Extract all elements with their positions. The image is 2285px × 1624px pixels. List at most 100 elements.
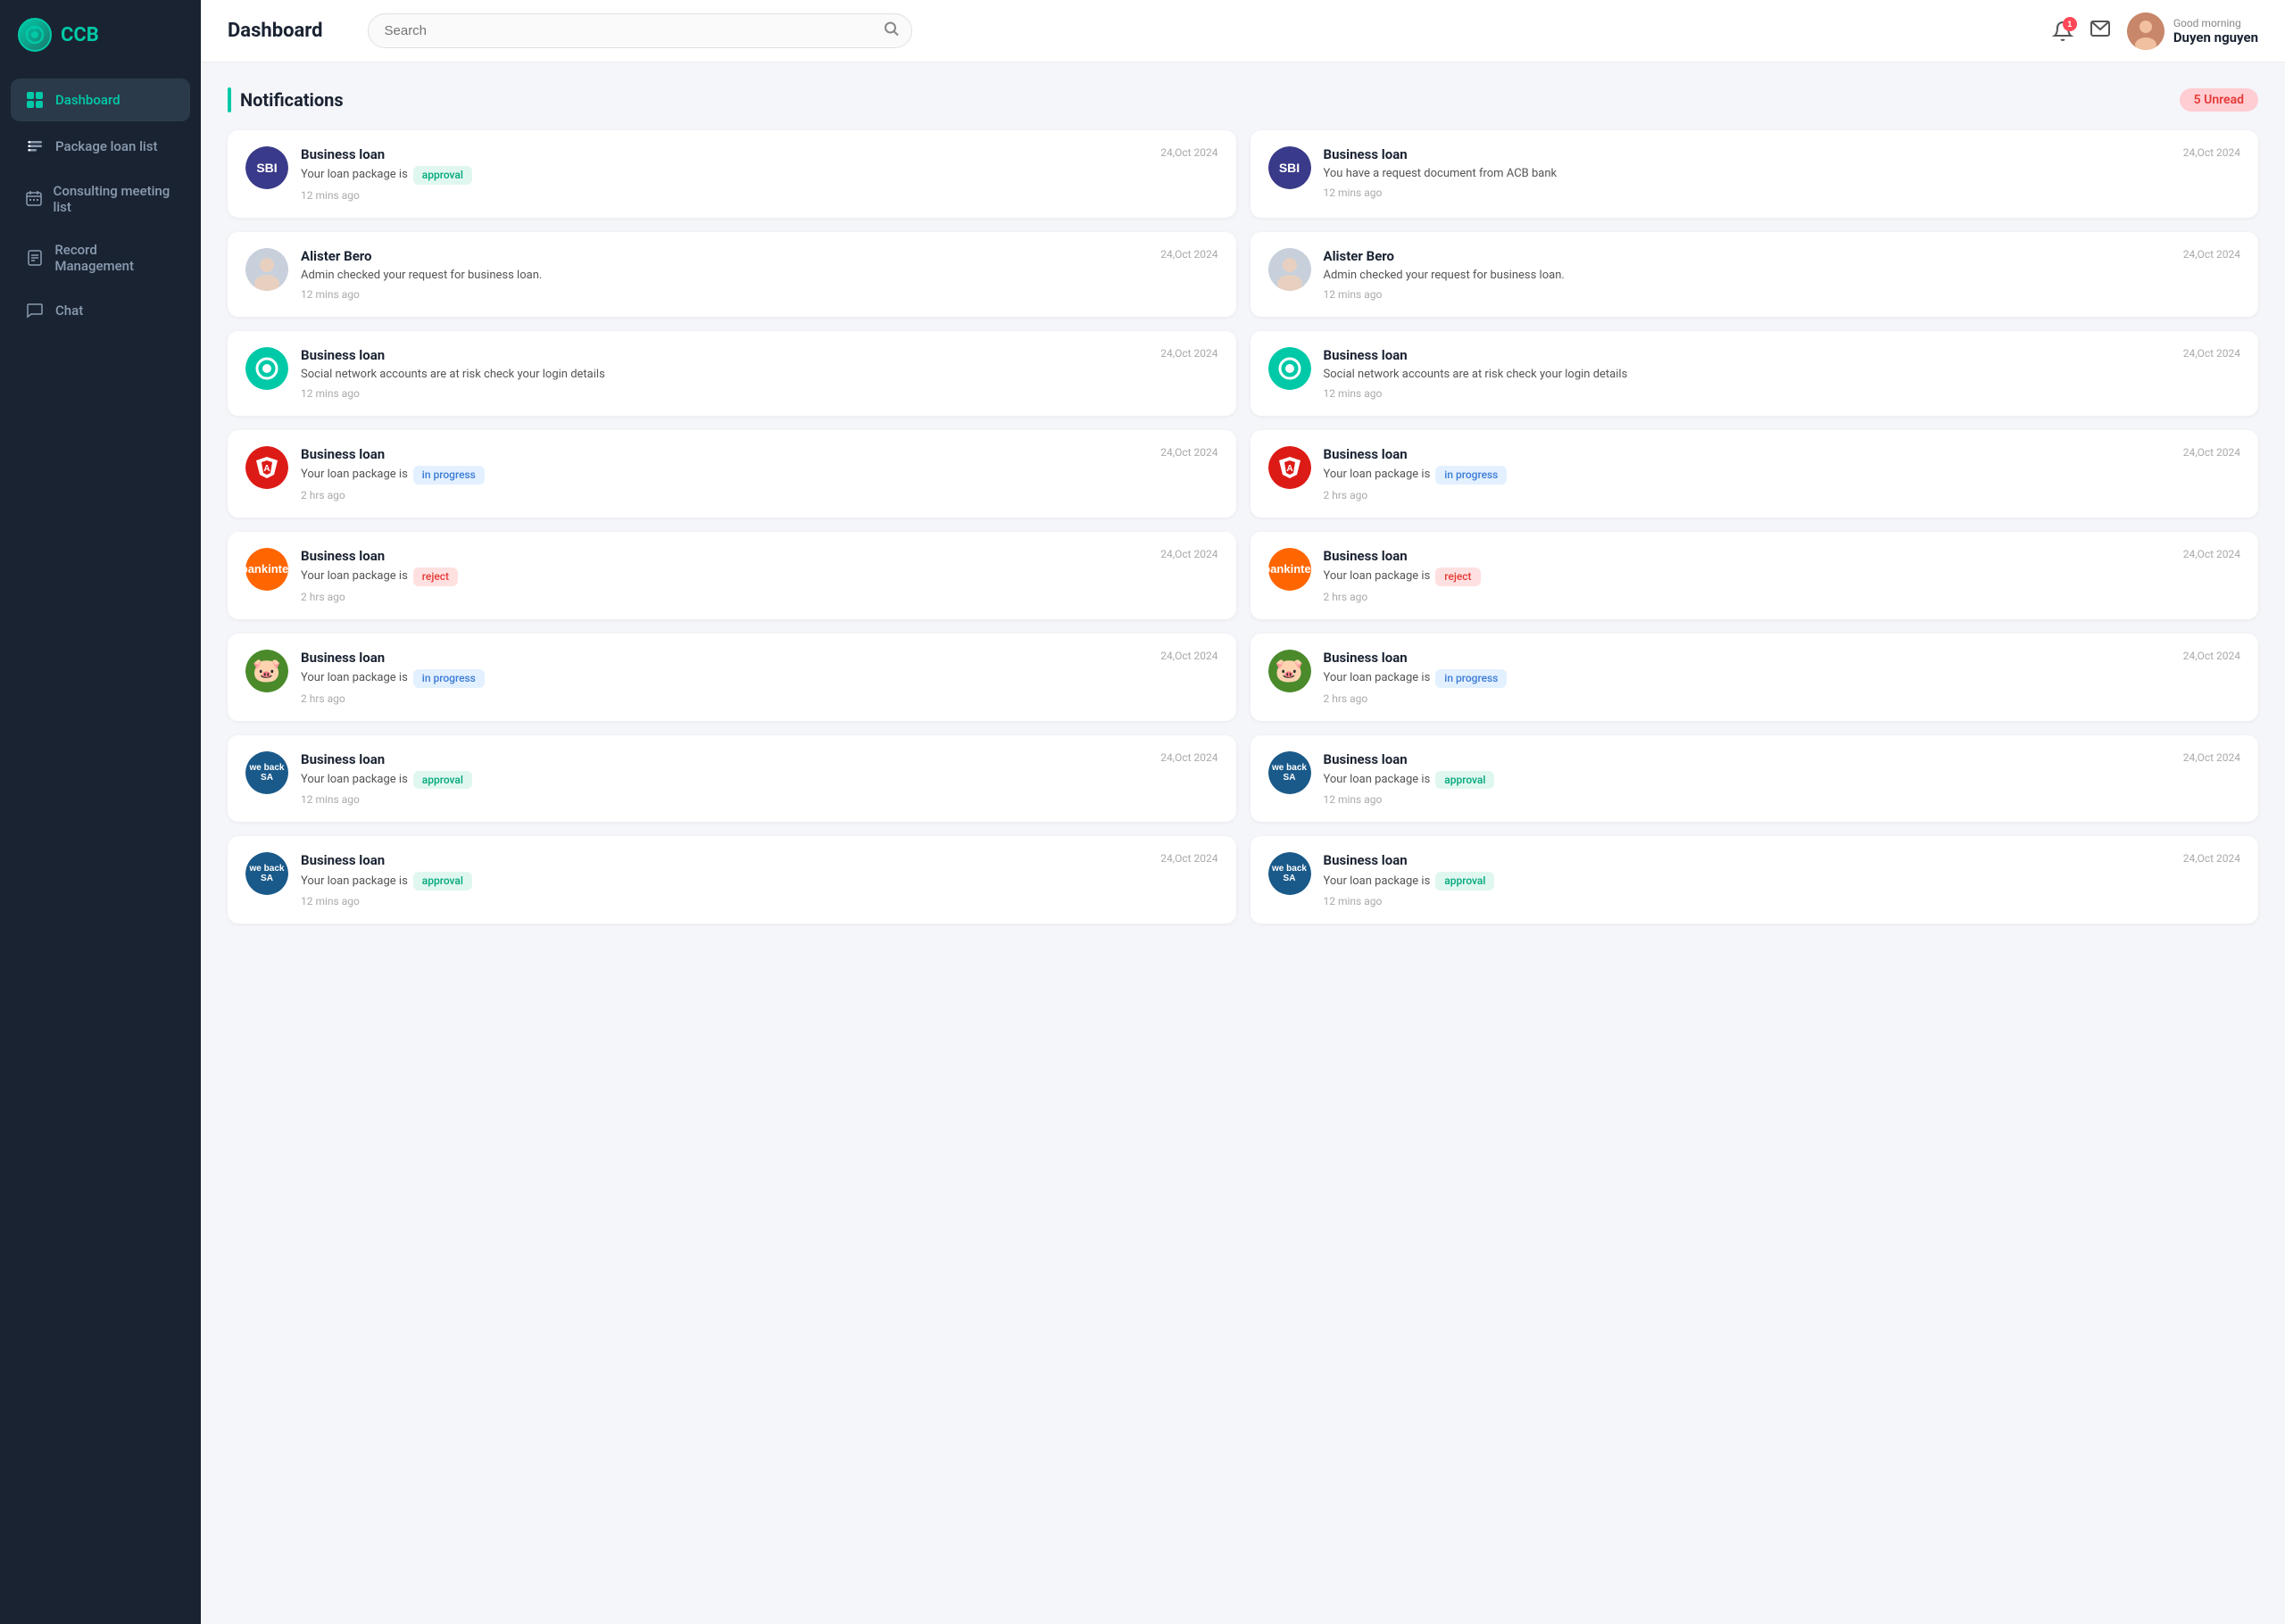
section-title-wrap: Notifications: [228, 87, 344, 112]
notif-desc: Your loan package is approval: [1324, 771, 2171, 790]
notification-card[interactable]: 🐷 Business loan Your loan package is in …: [1251, 634, 2259, 721]
notification-card[interactable]: Alister Bero Admin checked your request …: [228, 232, 1236, 317]
notif-avatar: SBI: [1268, 146, 1311, 189]
status-badge: approval: [413, 771, 472, 790]
notification-card[interactable]: bankinter Business loan Your loan packag…: [1251, 532, 2259, 619]
section-bar: [228, 87, 231, 112]
notif-date: 24,Oct 2024: [1160, 751, 1217, 764]
search-button[interactable]: [884, 21, 900, 41]
notif-avatar: [1268, 347, 1311, 390]
notif-time: 12 mins ago: [1324, 387, 2171, 400]
notif-avatar: we back SA: [1268, 751, 1311, 794]
notif-time: 2 hrs ago: [301, 489, 1148, 501]
status-badge: reject: [1435, 568, 1480, 586]
sidebar-item-chat[interactable]: Chat: [11, 289, 190, 332]
notification-card[interactable]: bankinter Business loan Your loan packag…: [228, 532, 1236, 619]
notif-body: Business loan Social network accounts ar…: [301, 347, 1148, 400]
notif-date: 24,Oct 2024: [2183, 751, 2240, 764]
logo[interactable]: CCB: [0, 0, 201, 70]
sidebar-item-label: Dashboard: [55, 92, 120, 108]
user-info[interactable]: Good morning Duyen nguyen: [2127, 12, 2258, 50]
notif-time: 12 mins ago: [1324, 793, 2171, 806]
notif-time: 2 hrs ago: [1324, 489, 2171, 501]
notification-card[interactable]: Business loan Social network accounts ar…: [228, 331, 1236, 416]
notification-card[interactable]: SBI Business loan You have a request doc…: [1251, 130, 2259, 218]
notification-card[interactable]: we back SA Business loan Your loan packa…: [1251, 836, 2259, 924]
notification-card[interactable]: A Business loan Your loan package is in …: [1251, 430, 2259, 518]
notification-card[interactable]: 🐷 Business loan Your loan package is in …: [228, 634, 1236, 721]
notif-time: 12 mins ago: [1324, 288, 2171, 301]
notif-date: 24,Oct 2024: [1160, 548, 1217, 560]
notif-avatar: [1268, 248, 1311, 291]
notif-title: Business loan: [301, 446, 1148, 462]
package-loan-icon: [25, 137, 45, 156]
user-greeting: Good morning: [2173, 17, 2258, 29]
status-badge: approval: [413, 166, 472, 185]
notif-avatar: we back SA: [1268, 852, 1311, 895]
sidebar-item-dashboard[interactable]: Dashboard: [11, 79, 190, 121]
user-name: Duyen nguyen: [2173, 29, 2258, 46]
notif-date: 24,Oct 2024: [1160, 146, 1217, 159]
notif-body: Alister Bero Admin checked your request …: [1324, 248, 2171, 301]
notif-title: Business loan: [1324, 650, 2171, 666]
sidebar-item-label: Consulting meeting list: [54, 183, 176, 215]
notif-body: Business loan Your loan package is rejec…: [1324, 548, 2171, 603]
notif-date: 24,Oct 2024: [1160, 248, 1217, 261]
avatar: [2127, 12, 2165, 50]
notif-desc: You have a request document from ACB ban…: [1324, 166, 2171, 182]
status-badge: in progress: [1435, 669, 1507, 688]
notif-body: Business loan Your loan package is in pr…: [1324, 650, 2171, 705]
notif-desc: Your loan package is in progress: [1324, 466, 2171, 485]
notif-title: Business loan: [1324, 446, 2171, 462]
sidebar-item-package-loan-list[interactable]: Package loan list: [11, 125, 190, 168]
status-badge: approval: [413, 872, 472, 891]
sidebar-item-label: Chat: [55, 302, 83, 319]
notif-desc: Your loan package is approval: [1324, 872, 2171, 891]
notification-card[interactable]: Alister Bero Admin checked your request …: [1251, 232, 2259, 317]
notification-button[interactable]: 1: [2052, 21, 2073, 42]
notif-avatar: SBI: [245, 146, 288, 189]
notif-time: 2 hrs ago: [1324, 692, 2171, 705]
sidebar-item-record-management[interactable]: Record Management: [11, 230, 190, 286]
notif-date: 24,Oct 2024: [1160, 347, 1217, 360]
dashboard-icon: [25, 90, 45, 110]
search-bar: [368, 13, 912, 48]
notification-card[interactable]: we back SA Business loan Your loan packa…: [1251, 735, 2259, 823]
notification-card[interactable]: Business loan Social network accounts ar…: [1251, 331, 2259, 416]
notif-avatar: A: [245, 446, 288, 489]
notif-date: 24,Oct 2024: [2183, 446, 2240, 459]
notif-body: Business loan You have a request documen…: [1324, 146, 2171, 199]
notification-card[interactable]: A Business loan Your loan package is in …: [228, 430, 1236, 518]
notif-date: 24,Oct 2024: [1160, 852, 1217, 865]
notif-time: 12 mins ago: [1324, 186, 2171, 199]
notification-card[interactable]: we back SA Business loan Your loan packa…: [228, 836, 1236, 924]
search-input[interactable]: [368, 13, 912, 48]
notification-card[interactable]: we back SA Business loan Your loan packa…: [228, 735, 1236, 823]
notif-title: Business loan: [301, 852, 1148, 868]
notification-card[interactable]: SBI Business loan Your loan package is a…: [228, 130, 1236, 218]
notif-body: Business loan Your loan package is appro…: [1324, 751, 2171, 807]
notif-body: Business loan Your loan package is in pr…: [301, 446, 1148, 501]
notif-desc: Your loan package is approval: [301, 166, 1148, 185]
notif-title: Business loan: [301, 347, 1148, 363]
section-title: Notifications: [240, 89, 344, 111]
notif-avatar: bankinter: [1268, 548, 1311, 591]
notif-body: Business loan Social network accounts ar…: [1324, 347, 2171, 400]
notif-date: 24,Oct 2024: [2183, 146, 2240, 159]
notif-desc: Your loan package is approval: [301, 872, 1148, 891]
sidebar-item-consulting-meeting-list[interactable]: Consulting meeting list: [11, 171, 190, 227]
status-badge: in progress: [1435, 466, 1507, 485]
notifications-grid: SBI Business loan Your loan package is a…: [228, 130, 2258, 924]
notif-avatar: bankinter: [245, 548, 288, 591]
mail-button[interactable]: [2090, 18, 2111, 45]
notif-body: Business loan Your loan package is appro…: [301, 751, 1148, 807]
logo-text: CCB: [61, 24, 99, 46]
chat-icon: [25, 301, 45, 320]
notif-date: 24,Oct 2024: [2183, 852, 2240, 865]
notif-desc: Your loan package is approval: [301, 771, 1148, 790]
record-icon: [25, 248, 44, 268]
notif-desc: Your loan package is reject: [301, 568, 1148, 586]
sidebar-item-label: Package loan list: [55, 138, 157, 154]
notif-title: Business loan: [1324, 347, 2171, 363]
notif-title: Alister Bero: [301, 248, 1148, 264]
